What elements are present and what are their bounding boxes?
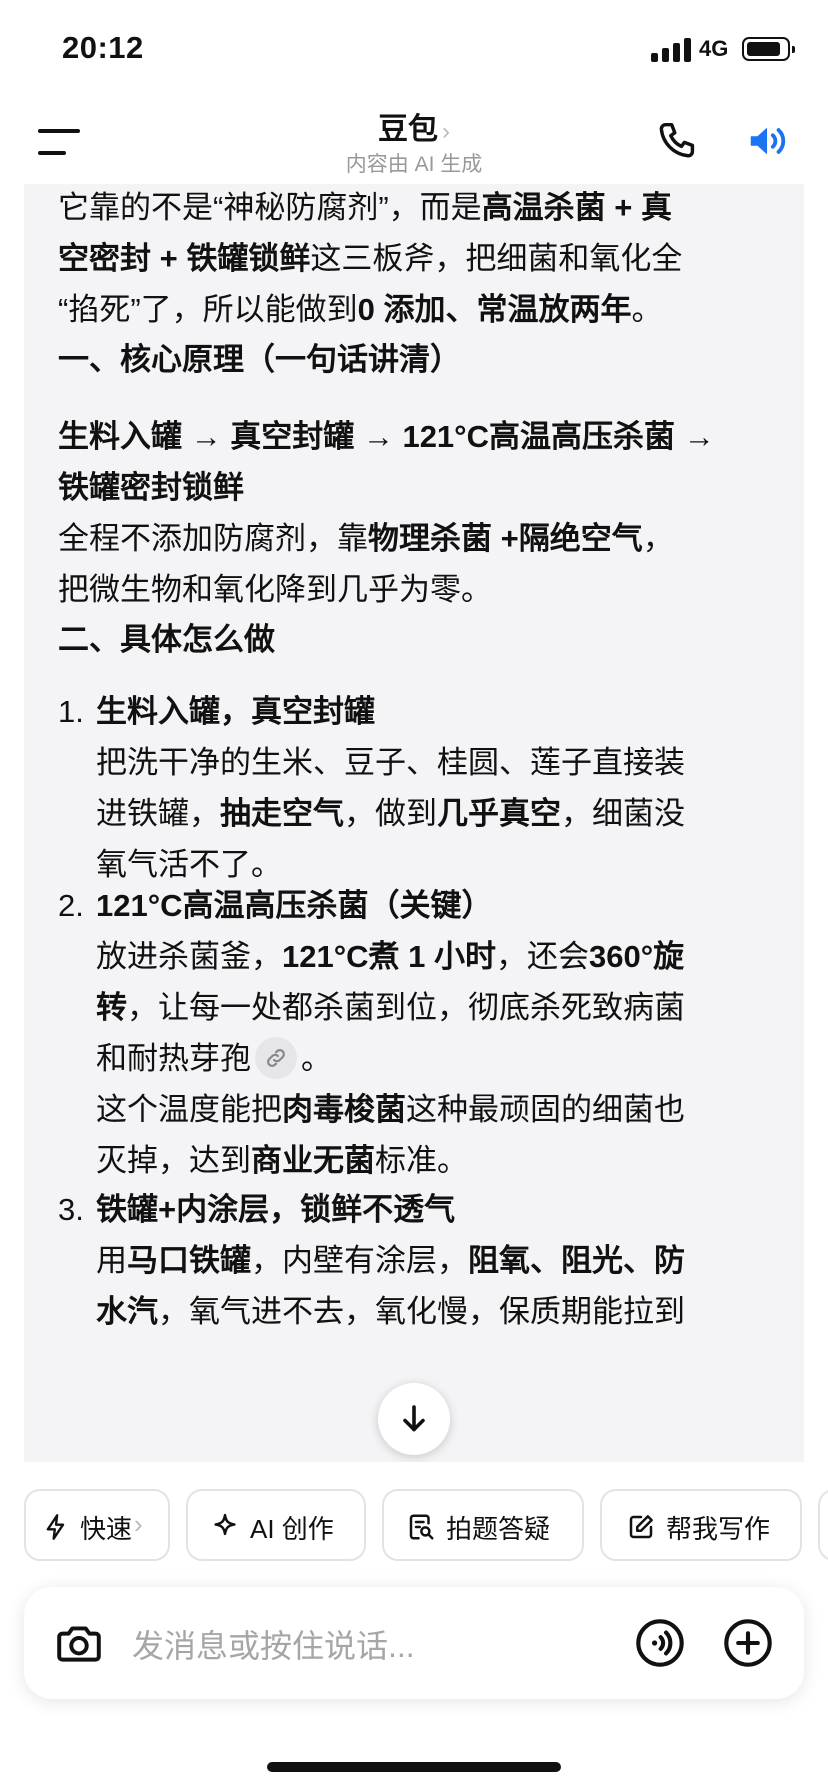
chip-ai-create[interactable]: AI 创作 — [186, 1489, 366, 1561]
section-heading-1: 一、核心原理（一句话讲清） — [58, 342, 461, 377]
text: 它靠的不是“神秘防腐剂”，而是 — [58, 190, 482, 225]
bold-text: 生料入罐，真空封罐 — [96, 694, 375, 729]
bold-text: 水汽 — [96, 1294, 158, 1329]
lightning-icon — [46, 1514, 65, 1540]
bold-text: 121°C高温高压杀菌（关键） — [96, 888, 493, 923]
list-number: 1. — [58, 694, 84, 729]
quick-actions: 快速 › AI 创作 拍题答疑 帮我写作 — [0, 1462, 828, 1572]
link-icon[interactable] — [255, 1036, 297, 1079]
photo-search-icon — [409, 1514, 434, 1540]
list-item-step-2: 121°C高温高压杀菌（关键） 放进杀菌釜，121°C煮 1 小时，还会360°… — [96, 880, 796, 1186]
speaker-icon[interactable] — [744, 118, 792, 164]
scroll-to-bottom-button[interactable] — [378, 1383, 450, 1455]
list-number: 3. — [58, 1192, 84, 1227]
bold-text: 铁罐+内涂层，锁鲜不透气 — [96, 1192, 456, 1227]
text: 这三板斧，把细菌和氧化全 — [310, 241, 683, 276]
sparkle-icon — [214, 1513, 236, 1536]
principle-paragraph: 全程不添加防腐剂，靠物理杀菌 +隔绝空气， 把微生物和氧化降到几乎为零。 — [58, 513, 798, 615]
bold-text: 铁罐密封锁鲜 — [58, 470, 244, 505]
text: 全程不添加防腐剂，靠 — [58, 521, 368, 556]
add-button[interactable] — [722, 1617, 774, 1674]
message-input[interactable]: 发消息或按住说话... — [132, 1621, 415, 1667]
bold-text: 高温杀菌 + 真 — [481, 190, 672, 225]
status-bar: 20:12 4G — [0, 0, 828, 100]
edit-icon — [629, 1515, 653, 1539]
text: 氧气活不了。 — [96, 847, 282, 882]
signal-icon — [651, 38, 693, 62]
list-item-step-1: 生料入罐，真空封罐 把洗干净的生米、豆子、桂圆、莲子直接装 进铁罐，抽走空气，做… — [96, 686, 796, 890]
text: 用 — [96, 1243, 127, 1278]
list-item-step-3: 铁罐+内涂层，锁鲜不透气 用马口铁罐，内壁有涂层，阻氧、阻光、防 水汽，氧气进不… — [96, 1184, 796, 1337]
bold-text: 360°旋 — [588, 939, 685, 974]
bold-text: 转 — [96, 990, 127, 1025]
voice-call-button[interactable] — [634, 1617, 686, 1674]
bold-text: 阻氧、阻光、防 — [468, 1243, 685, 1278]
bot-title[interactable]: 豆包 › — [0, 104, 828, 148]
intro-paragraph: 它靠的不是“神秘防腐剂”，而是高温杀菌 + 真 空密封 + 铁罐锁鲜这三板斧，把… — [58, 184, 798, 335]
text: ，氧气进不去，氧化慢，保质期能拉到 — [158, 1294, 685, 1329]
chip-fast[interactable]: 快速 › — [24, 1489, 170, 1561]
text: ，细菌没 — [561, 796, 685, 831]
text: ，做到 — [344, 796, 437, 831]
message-input-box: 发消息或按住说话... — [24, 1587, 804, 1699]
ai-message: 它靠的不是“神秘防腐剂”，而是高温杀菌 + 真 空密封 + 铁罐锁鲜这三板斧，把… — [24, 184, 804, 1462]
bold-text: 空密封 + 铁罐锁鲜 — [58, 241, 311, 276]
text: ，还会 — [495, 939, 589, 974]
chevron-right-icon: › — [442, 118, 450, 145]
text: 放进杀菌釜， — [96, 939, 282, 974]
status-time: 20:12 — [62, 30, 144, 65]
plus-icon — [724, 1619, 772, 1667]
text: 。 — [301, 1041, 332, 1076]
arrow-down-icon — [403, 1405, 425, 1432]
bold-text: 抽走空气 — [220, 796, 344, 831]
chip-label: 帮我写作 — [666, 1514, 771, 1544]
text: 把洗干净的生米、豆子、桂圆、莲子直接装 — [96, 745, 685, 780]
battery-icon — [742, 37, 795, 61]
text: ，让每一处都杀菌到位，彻底杀死致病菌 — [127, 990, 685, 1025]
process-flow: 生料入罐 → 真空封罐 → 121°C高温高压杀菌 → 铁罐密封锁鲜 — [58, 411, 798, 513]
chip-more[interactable] — [818, 1489, 828, 1561]
camera-icon[interactable] — [54, 1618, 104, 1673]
bold-text: 商业无菌 — [251, 1143, 375, 1178]
text: 这个温度能把 — [96, 1092, 282, 1127]
bold-text: 121°C煮 1 小时 — [282, 939, 496, 974]
bold-text: 肉毒梭菌 — [282, 1092, 406, 1127]
text: ，内壁有涂层， — [251, 1243, 468, 1278]
page-title[interactable]: 豆包 — [378, 113, 438, 146]
phone-icon[interactable] — [656, 118, 702, 164]
text: 标准。 — [375, 1143, 468, 1178]
bold-text: 生料入罐 → 真空封罐 → 121°C高温高压杀菌 → — [58, 419, 715, 454]
text: 把微生物和氧化降到几乎为零。 — [58, 572, 492, 607]
text: 这种最顽固的细菌也 — [406, 1092, 685, 1127]
text: 和耐热芽孢 — [96, 1041, 251, 1076]
text: 。 — [631, 292, 663, 327]
text: 进铁罐， — [96, 796, 220, 831]
text: 灭掉，达到 — [96, 1143, 251, 1178]
bold-text: 几乎真空 — [437, 796, 561, 831]
bold-text: 0 添加、常温放两年 — [357, 292, 632, 327]
chevron-right-icon: › — [134, 1509, 143, 1539]
bold-text: 物理杀菌 +隔绝空气 — [368, 521, 643, 556]
voice-icon — [636, 1619, 684, 1667]
chip-photo-question[interactable]: 拍题答疑 — [382, 1489, 584, 1561]
chip-help-write[interactable]: 帮我写作 — [600, 1489, 802, 1561]
network-type: 4G — [699, 36, 729, 61]
home-indicator — [267, 1762, 561, 1772]
chip-label: 快速 — [80, 1514, 133, 1544]
bold-text: 马口铁罐 — [127, 1243, 251, 1278]
section-heading-2: 二、具体怎么做 — [58, 622, 275, 657]
chip-label: AI 创作 — [250, 1514, 334, 1544]
nav-bar: 豆包 › 内容由 AI 生成 — [0, 100, 828, 184]
text: “掐死”了，所以能做到 — [58, 292, 358, 327]
text: ， — [642, 521, 674, 556]
list-number: 2. — [58, 888, 84, 923]
ai-generated-notice: 内容由 AI 生成 — [345, 153, 483, 176]
chip-label: 拍题答疑 — [446, 1514, 551, 1544]
